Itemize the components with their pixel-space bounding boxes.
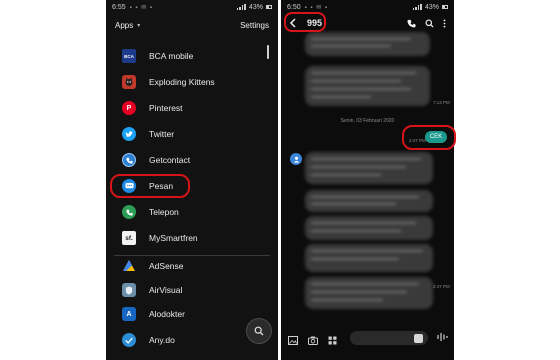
app-item-alo[interactable]: A Alodokter	[122, 304, 270, 324]
battery-icon	[442, 5, 448, 9]
search-icon[interactable]	[425, 18, 434, 28]
status-time-right: 6:50	[287, 3, 301, 11]
app-label: MySmartfren	[149, 233, 198, 243]
message-bubble-blurred	[305, 190, 433, 212]
app-item-pin[interactable]: P Pinterest	[122, 98, 270, 118]
pinterest-icon: P	[122, 101, 136, 115]
search-button[interactable]	[246, 318, 272, 344]
status-bar: 6:55 ▪ ▪ ✉ ▪ 43%	[106, 0, 278, 14]
message-bubble-blurred	[305, 66, 430, 106]
messages-icon	[122, 179, 136, 193]
camera-icon[interactable]	[308, 336, 318, 345]
app-item-ads[interactable]: AdSense	[122, 256, 270, 276]
signal-icon	[236, 4, 246, 10]
message-bubble-blurred	[305, 216, 433, 240]
message-bubble-blurred	[305, 32, 430, 56]
anydo-icon	[122, 333, 136, 347]
app-label: AdSense	[149, 261, 184, 271]
app-label: Pesan	[149, 181, 174, 191]
app-item-tw[interactable]: Twitter	[122, 124, 270, 144]
apps-header: Apps ▾ Settings	[106, 18, 278, 32]
gallery-icon[interactable]	[288, 335, 298, 345]
message-time: 2:47 PM	[433, 284, 450, 289]
app-item-pesan[interactable]: Pesan	[122, 176, 270, 196]
person-icon	[293, 156, 299, 163]
phone-icon	[122, 205, 136, 219]
voice-input-icon[interactable]	[436, 330, 450, 344]
app-item-gc[interactable]: Getcontact	[122, 150, 270, 170]
app-label: Exploding Kittens	[149, 77, 215, 87]
battery-percent-right: 43%	[424, 3, 439, 11]
app-item-tel[interactable]: Telepon	[122, 202, 270, 222]
header-actions	[407, 18, 446, 28]
status-bar-right: 6:50 ▪ ▪ ✉ ▪ 43%	[281, 0, 454, 14]
app-label: Getcontact	[149, 155, 191, 165]
notification-icons: ▪ ▪ ✉ ▪	[129, 4, 154, 11]
message-bubble-blurred	[305, 152, 433, 184]
phone-call-icon[interactable]	[407, 19, 416, 28]
twitter-icon	[122, 127, 136, 141]
app-item-ek[interactable]: Exploding Kittens	[122, 72, 270, 92]
message-time: 7:13 PM	[433, 100, 450, 105]
status-right-group: 43%	[412, 3, 448, 11]
conversation-header: 995	[281, 14, 454, 32]
sticker-icon[interactable]	[414, 334, 423, 343]
getcontact-icon	[122, 153, 136, 167]
status-right: 43%	[236, 3, 272, 11]
status-time: 6:55	[112, 3, 126, 11]
sent-message-bubble[interactable]: CEK	[425, 131, 447, 143]
conversation-title: 995	[307, 18, 323, 28]
app-label: Twitter	[149, 129, 175, 139]
message-bubble-blurred	[305, 277, 433, 309]
chevron-down-icon[interactable]: ▾	[137, 22, 140, 29]
signal-icon	[412, 4, 422, 10]
apps-title[interactable]: Apps	[115, 21, 133, 30]
exploding-kittens-icon	[122, 75, 136, 89]
contact-avatar[interactable]	[290, 153, 302, 165]
message-bubble-blurred	[305, 244, 433, 272]
airvisual-icon	[122, 283, 136, 297]
mysmartfren-icon: sf.	[122, 231, 136, 245]
battery-icon	[266, 5, 272, 9]
app-item-msf[interactable]: sf. MySmartfren	[122, 228, 270, 248]
app-label: Pinterest	[149, 103, 183, 113]
app-item-bca[interactable]: BCA BCA mobile	[122, 46, 270, 66]
app-label: Alodokter	[149, 309, 185, 319]
back-arrow-icon[interactable]	[289, 18, 297, 28]
app-label: Telepon	[149, 207, 179, 217]
battery-percent: 43%	[248, 3, 263, 11]
apps-grid-icon[interactable]	[328, 336, 337, 345]
alodokter-icon: A	[122, 307, 136, 321]
sent-message-time: 2:47 PM	[409, 138, 426, 143]
app-item-av[interactable]: AirVisual	[122, 280, 270, 300]
adsense-icon	[122, 259, 136, 273]
more-options-icon[interactable]	[443, 18, 446, 28]
app-label: Any.do	[149, 335, 175, 345]
app-label: BCA mobile	[149, 51, 194, 61]
bca-mobile-icon: BCA	[122, 49, 136, 63]
app-label: AirVisual	[149, 285, 183, 295]
settings-link[interactable]: Settings	[240, 21, 269, 30]
search-icon	[254, 326, 264, 336]
notification-icons-right: ▪ ▪ ✉ ▪	[304, 4, 329, 11]
date-separator: Senin, 03 Februari 2020	[340, 118, 395, 124]
